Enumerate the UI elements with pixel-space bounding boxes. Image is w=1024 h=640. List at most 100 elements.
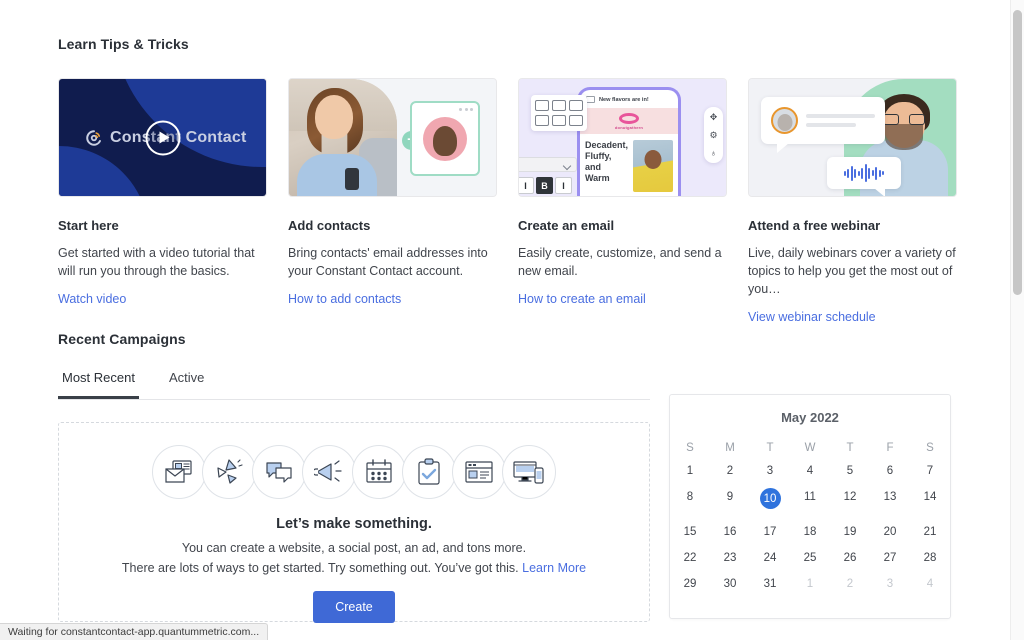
tip-card-add-contacts[interactable]: + Add contacts Bring contacts' email add… <box>288 78 497 324</box>
calendar-day[interactable]: 27 <box>870 545 910 571</box>
tip-link-watch-video[interactable]: Watch video <box>58 292 267 306</box>
calendar-day[interactable]: 15 <box>670 519 710 545</box>
calendar-day[interactable]: 4 <box>910 571 950 597</box>
move-icon: ✥ <box>709 112 718 122</box>
video-background: Constant Contact <box>59 79 266 196</box>
calendar-day-label: 5 <box>846 465 854 477</box>
tip-description: Get started with a video tutorial that w… <box>58 246 255 278</box>
font-select <box>519 157 577 172</box>
calendar-day[interactable]: 2 <box>710 458 750 484</box>
calendar-day[interactable]: 4 <box>790 458 830 484</box>
calendar-day[interactable]: 18 <box>790 519 830 545</box>
calendar-day[interactable]: 12 <box>830 484 870 519</box>
calendar-day[interactable]: 17 <box>750 519 790 545</box>
calendar-day[interactable]: 29 <box>670 571 710 597</box>
calendar-day[interactable]: 20 <box>870 519 910 545</box>
calendar-day-label: 26 <box>843 552 857 564</box>
campaign-type-icons <box>59 445 649 499</box>
add-contacts-illustration[interactable]: + <box>288 78 497 197</box>
calendar-day-label: 29 <box>683 578 697 590</box>
calendar-day[interactable]: 14 <box>910 484 950 519</box>
paper-planes-icon <box>202 445 256 499</box>
illustration-canvas <box>749 79 956 196</box>
calendar-day[interactable]: 5 <box>830 458 870 484</box>
calendar-day[interactable]: 19 <box>830 519 870 545</box>
calendar-day[interactable]: 1 <box>790 571 830 597</box>
decorative-shape <box>112 79 266 167</box>
email-subject: New flavors are in! <box>599 96 649 103</box>
calendar-day[interactable]: 1 <box>670 458 710 484</box>
calendar-day[interactable]: 23 <box>710 545 750 571</box>
create-button[interactable]: Create <box>313 591 395 623</box>
text-block-icon <box>552 100 566 111</box>
calendar-day-selected[interactable]: 10 <box>750 484 790 519</box>
megaphone-icon <box>302 445 356 499</box>
bold-button: B <box>536 177 553 194</box>
calendar-day-label: 8 <box>686 491 694 503</box>
devices-icon <box>502 445 556 499</box>
tip-card-webinar[interactable]: Attend a free webinar Live, daily webina… <box>748 78 957 324</box>
page-scrollbar[interactable] <box>1010 0 1024 640</box>
calendar-day[interactable]: 26 <box>830 545 870 571</box>
text-size-icon: I <box>519 177 534 194</box>
empty-state-heading: Let’s make something. <box>276 516 432 532</box>
scrollbar-thumb[interactable] <box>1013 10 1022 295</box>
email-builder-illustration[interactable]: New flavors are in! donutgathern Decaden… <box>518 78 727 197</box>
calendar-dow-4: T <box>846 442 854 454</box>
calendar-day-label: 20 <box>883 526 897 538</box>
calendar-day[interactable]: 9 <box>710 484 750 519</box>
calendar-day[interactable]: 13 <box>870 484 910 519</box>
tip-link-webinar-schedule[interactable]: View webinar schedule <box>748 310 957 324</box>
calendar-widget: May 2022 S M T W T F S 1 2 3 4 5 6 7 8 9 10 11 12 13 14 15 16 1… <box>669 394 951 619</box>
calendar-day[interactable]: 16 <box>710 519 750 545</box>
calendar-day-label: 19 <box>843 526 857 538</box>
tip-link-create-email[interactable]: How to create an email <box>518 292 727 306</box>
text-format-toolbar: I B I <box>519 177 572 194</box>
calendar-day[interactable]: 3 <box>750 458 790 484</box>
calendar-day[interactable]: 6 <box>870 458 910 484</box>
face-shape <box>315 95 353 139</box>
calendar-day-label: 25 <box>803 552 817 564</box>
calendar-day[interactable]: 11 <box>790 484 830 519</box>
tip-title: Add contacts <box>288 218 371 233</box>
calendar-dow-2: T <box>766 442 774 454</box>
calendar-day[interactable]: 21 <box>910 519 950 545</box>
side-toolbar: ✥ ⚙ ♁ <box>704 107 723 163</box>
learn-more-link[interactable]: Learn More <box>522 561 586 575</box>
calendar-day-label: 16 <box>723 526 737 538</box>
calendar-day[interactable]: 28 <box>910 545 950 571</box>
calendar-day[interactable]: 25 <box>790 545 830 571</box>
calendar-day-label: 30 <box>723 578 737 590</box>
calendar-day[interactable]: 3 <box>870 571 910 597</box>
calendar-day-label: 18 <box>803 526 817 538</box>
more-options-icon <box>417 108 473 111</box>
video-thumbnail[interactable]: Constant Contact <box>58 78 267 197</box>
calendar-dow-1: M <box>725 442 735 454</box>
tab-active[interactable]: Active <box>165 370 208 399</box>
tab-most-recent[interactable]: Most Recent <box>58 370 139 399</box>
calendar-day[interactable]: 31 <box>750 571 790 597</box>
email-headline: Decadent, Fluffy, and Warm <box>585 140 629 183</box>
tip-card-create-email[interactable]: New flavors are in! donutgathern Decaden… <box>518 78 727 324</box>
calendar-day-label: 28 <box>923 552 937 564</box>
calendar-day[interactable]: 7 <box>910 458 950 484</box>
calendar-day-label: 22 <box>683 552 697 564</box>
play-icon[interactable] <box>145 120 180 155</box>
calendar-day[interactable]: 22 <box>670 545 710 571</box>
tip-link-add-contacts[interactable]: How to add contacts <box>288 292 497 306</box>
webinar-illustration[interactable] <box>748 78 957 197</box>
calendar-day[interactable]: 24 <box>750 545 790 571</box>
decorative-shape <box>59 146 149 196</box>
calendar-day[interactable]: 2 <box>830 571 870 597</box>
calendar-day-label: 13 <box>883 491 897 503</box>
campaigns-empty-state: Let’s make something. You can create a w… <box>58 422 650 623</box>
calendar-icon <box>352 445 406 499</box>
spacer-block-icon <box>552 115 566 126</box>
tip-description: Bring contacts' email addresses into you… <box>288 246 488 278</box>
calendar-day[interactable]: 30 <box>710 571 750 597</box>
campaigns-section-heading: Recent Campaigns <box>58 331 186 347</box>
block-picker-toolbar <box>531 95 587 131</box>
calendar-day[interactable]: 8 <box>670 484 710 519</box>
tip-card-start-here[interactable]: Constant Contact Start here Get started … <box>58 78 267 324</box>
calendar-day-label: 12 <box>843 491 857 503</box>
